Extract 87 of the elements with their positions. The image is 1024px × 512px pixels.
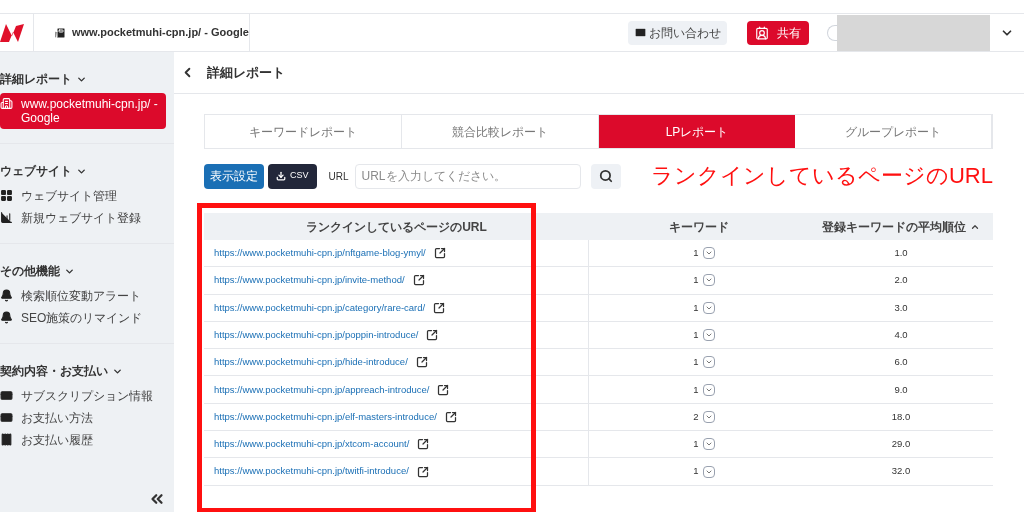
url-label: URL [328, 169, 349, 184]
sidebar-item-icon [0, 289, 13, 302]
external-link-icon[interactable] [417, 438, 430, 451]
keyword-count: 1 [693, 437, 699, 452]
display-settings-button[interactable]: 表示設定 [204, 163, 264, 189]
average-rank-cell-text: 4.0 [893, 327, 909, 342]
share-button[interactable]: 共有 [747, 20, 809, 45]
sidebar-item[interactable]: お支払い方法 [0, 407, 166, 429]
page-url-link[interactable]: https://www.pocketmuhi-cpn.jp/poppin-introduce/ [214, 327, 419, 343]
expand-button[interactable] [702, 247, 715, 260]
section-heading[interactable]: 契約内容・お支払い [0, 362, 108, 380]
section-heading[interactable]: 詳細レポート [0, 70, 72, 88]
keyword-count: 1 [693, 300, 699, 315]
keyword-count: 1 [693, 464, 699, 479]
sidebar-item[interactable]: 新規ウェブサイト登録 [0, 207, 166, 229]
column-header: ランクインしているページのURL [305, 218, 488, 236]
page-url-link[interactable]: https://www.pocketmuhi-cpn.jp/nftgame-blog-ymyl/ [214, 246, 426, 261]
sidebar-item-icon [0, 411, 13, 424]
section-heading[interactable]: その他機能 [0, 262, 60, 280]
sidebar-item[interactable]: www.pocketmuhi-cpn.jp/ - Google [0, 93, 166, 129]
url-input[interactable]: URLを入力してください。 [354, 163, 581, 189]
external-link-icon[interactable] [437, 383, 450, 396]
page-title: 詳細レポート [207, 63, 285, 82]
average-rank-cell-text: 32.0 [890, 464, 912, 479]
expand-button[interactable] [702, 301, 715, 314]
average-rank-cell-text: 3.0 [893, 300, 909, 315]
keyword-count: 1 [693, 246, 699, 260]
sidebar-item[interactable]: ウェブサイト管理 [0, 185, 166, 207]
mail-icon [634, 26, 647, 39]
keyword-count: 1 [693, 355, 699, 370]
expand-button[interactable] [702, 356, 715, 369]
person-badge-icon [755, 25, 769, 40]
sidebar-item[interactable]: 検索順位変動アラート [0, 285, 166, 307]
expand-button[interactable] [702, 465, 715, 478]
page-url-link[interactable]: https://www.pocketmuhi-cpn.jp/appreach-introduce/ [214, 382, 430, 397]
keyword-count: 1 [693, 273, 699, 288]
csv-button[interactable]: CSV [268, 163, 317, 189]
search-icon [598, 169, 613, 183]
download-icon [276, 171, 286, 181]
report-tab[interactable]: キーワードレポート [205, 115, 402, 148]
page-url-link[interactable]: https://www.pocketmuhi-cpn.jp/category/rare-card/ [214, 300, 426, 315]
sidebar-item-icon [0, 189, 13, 202]
contact-button[interactable]: お問い合わせ [628, 20, 727, 45]
average-rank-cell-text: 1.0 [893, 246, 909, 260]
external-link-icon[interactable] [415, 356, 428, 369]
sidebar-item-icon [0, 97, 13, 110]
expand-button[interactable] [702, 383, 715, 396]
external-link-icon[interactable] [444, 410, 457, 423]
search-button[interactable] [590, 163, 621, 189]
average-rank-cell-text: 29.0 [890, 437, 912, 452]
report-tab[interactable]: グループレポート [795, 115, 992, 148]
sidebar-item-icon [0, 311, 13, 324]
average-rank-cell-text: 6.0 [893, 355, 909, 370]
page-icon [54, 26, 66, 39]
sidebar-item-icon [0, 433, 13, 446]
expand-button[interactable] [702, 329, 715, 342]
external-link-icon[interactable] [412, 274, 425, 287]
page-url-link[interactable]: https://www.pocketmuhi-cpn.jp/twitfi-introduce/ [214, 464, 409, 479]
external-link-icon[interactable] [433, 247, 446, 260]
column-header[interactable]: 登録キーワードの平均順位 [822, 217, 966, 236]
external-link-icon[interactable] [433, 301, 446, 314]
keyword-count: 1 [693, 327, 699, 342]
average-rank-cell-text: 18.0 [890, 409, 912, 424]
page-url-link[interactable]: https://www.pocketmuhi-cpn.jp/elf-masters-introduce/ [214, 409, 437, 425]
column-header[interactable]: キーワード [589, 213, 809, 240]
page-url-link[interactable]: https://www.pocketmuhi-cpn.jp/xtcom-account/ [214, 437, 410, 452]
expand-button[interactable] [702, 274, 715, 287]
keyword-count: 2 [693, 409, 699, 424]
annotation-text: ランクインしているページのURL [651, 163, 993, 189]
average-rank-cell-text: 9.0 [893, 382, 909, 397]
sidebar-item[interactable]: サブスクリプション情報 [0, 385, 166, 407]
page-url-link[interactable]: https://www.pocketmuhi-cpn.jp/invite-method/ [214, 273, 405, 288]
average-rank-cell-text: 2.0 [893, 273, 909, 288]
expand-button[interactable] [702, 438, 715, 451]
report-tab[interactable]: LPレポート [599, 115, 795, 148]
site-title: www.pocketmuhi-cpn.jp/ - Google [72, 25, 249, 41]
sidebar-item-icon [0, 389, 13, 402]
page-url-link[interactable]: https://www.pocketmuhi-cpn.jp/hide-introduce/ [214, 355, 408, 370]
external-link-icon[interactable] [416, 465, 429, 478]
sidebar-item-icon [0, 211, 13, 224]
keyword-count: 1 [693, 382, 699, 397]
expand-button[interactable] [702, 410, 715, 423]
section-heading[interactable]: ウェブサイト [0, 162, 72, 180]
sidebar-item[interactable]: お支払い履歴 [0, 429, 166, 451]
logo-icon [0, 21, 24, 44]
sidebar-item[interactable]: SEO施策のリマインド [0, 307, 166, 329]
external-link-icon[interactable] [426, 329, 439, 342]
